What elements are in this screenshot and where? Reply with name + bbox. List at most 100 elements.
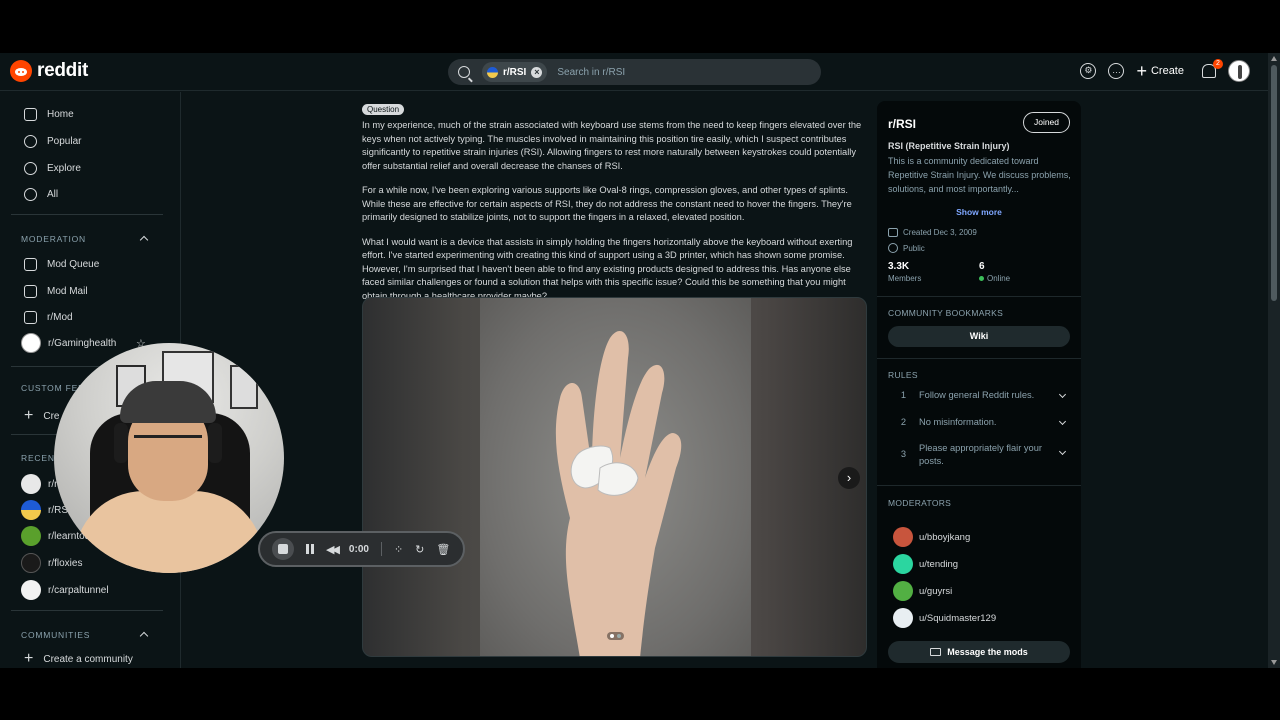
logo-text: reddit — [37, 60, 88, 81]
screen-recorder-toolbar: ◀◀ 0:00 ⁘ ↻ 🗑 — [258, 531, 465, 567]
created-date-text: Created Dec 3, 2009 — [903, 228, 977, 237]
community-flag-icon — [487, 66, 498, 78]
panel-divider — [877, 296, 1081, 297]
community-description: This is a community dedicated toward Rep… — [888, 156, 1071, 194]
community-name[interactable]: r/RSI — [888, 117, 916, 131]
sidebar-item-mod-queue[interactable]: Mod Queue — [24, 258, 99, 271]
create-community-label: Create a community — [43, 653, 133, 665]
members-label: Members — [888, 274, 922, 283]
grid-icon[interactable]: ⁘ — [394, 543, 403, 556]
search-bar[interactable]: r/RSI × Search in r/RSI — [448, 59, 821, 85]
moderator-item[interactable]: u/bboyjkang — [893, 527, 970, 547]
pause-icon[interactable] — [306, 544, 314, 554]
chevron-down-icon[interactable] — [1058, 390, 1067, 399]
webcam-overlay — [54, 343, 284, 573]
sidebar-item-all[interactable]: All — [24, 188, 58, 201]
rule-item[interactable]: 2 No misinformation. — [888, 416, 1074, 429]
scroll-thumb[interactable] — [1271, 65, 1277, 301]
visibility: Public — [888, 243, 925, 253]
plus-icon: + — [1136, 61, 1147, 81]
community-avatar — [21, 474, 41, 494]
moderator-name: u/guyrsi — [919, 585, 953, 597]
post-paragraph: For a while now, I've been exploring var… — [362, 185, 852, 222]
message-mods-label: Message the mods — [947, 647, 1028, 657]
show-more-link[interactable]: Show more — [877, 207, 1081, 217]
sidebar-item-mod-mail[interactable]: Mod Mail — [24, 285, 88, 298]
moderator-item[interactable]: u/guyrsi — [893, 581, 952, 601]
create-custom-feed-button[interactable]: + Cre — [24, 408, 59, 424]
sidebar-item-gaminghealth[interactable]: r/Gaminghealth — [21, 333, 116, 353]
stop-icon — [278, 544, 288, 554]
community-sidebar: r/RSI Joined RSI (Repetitive Strain Inju… — [877, 101, 1081, 668]
joined-button[interactable]: Joined — [1023, 112, 1070, 133]
reddit-snoo-icon — [10, 60, 32, 82]
cap-image — [120, 381, 216, 423]
rule-item[interactable]: 3 Please appropriately flair your posts. — [888, 442, 1074, 468]
stop-recording-button[interactable] — [272, 538, 294, 560]
create-community-button[interactable]: + Create a community — [24, 651, 133, 667]
page-scrollbar[interactable] — [1268, 53, 1280, 668]
scroll-down-arrow-icon[interactable] — [1271, 660, 1277, 665]
rule-text: No misinformation. — [919, 417, 997, 427]
trash-icon[interactable]: 🗑 — [436, 543, 450, 556]
sidebar-item-label: Explore — [47, 163, 81, 174]
glasses-image — [134, 435, 202, 449]
recent-item[interactable]: r/carpaltunnel — [21, 580, 109, 600]
rule-number: 3 — [900, 449, 907, 459]
recent-item-label: r/carpaltunnel — [48, 584, 109, 596]
online-label: Online — [987, 274, 1011, 283]
communities-section-title[interactable]: COMMUNITIES — [21, 630, 90, 640]
restart-icon[interactable]: ↻ — [415, 543, 424, 556]
moderator-name: u/tending — [919, 558, 959, 570]
browser-viewport: reddit r/RSI × Search in r/RSI ⚙ … + Cre… — [0, 53, 1280, 668]
message-mods-button[interactable]: Message the mods — [888, 641, 1070, 663]
search-icon — [458, 66, 470, 78]
search-community-chip[interactable]: r/RSI × — [482, 62, 548, 82]
sidebar-item-explore[interactable]: Explore — [24, 162, 81, 175]
post-image-gallery[interactable]: › — [362, 297, 867, 657]
headphone-icon — [208, 423, 222, 463]
rule-number: 2 — [900, 417, 907, 427]
recent-item[interactable]: r/r — [21, 474, 57, 494]
moderator-name: u/bboyjkang — [919, 531, 971, 543]
moderation-section-title[interactable]: MODERATION — [21, 234, 86, 244]
rule-number: 1 — [900, 390, 907, 400]
gallery-dot[interactable] — [617, 634, 621, 638]
mod-shield-icon[interactable]: ⚙ — [1080, 63, 1097, 79]
chat-icon[interactable]: … — [1108, 63, 1125, 79]
sidebar-item-r-mod[interactable]: r/Mod — [24, 311, 73, 324]
community-avatar — [21, 580, 41, 600]
close-icon[interactable]: × — [531, 66, 543, 78]
post-flair[interactable]: Question — [362, 104, 405, 115]
gallery-pagination — [607, 632, 624, 640]
moderator-item[interactable]: u/Squidmaster129 — [893, 608, 996, 628]
user-avatar[interactable] — [1228, 60, 1250, 82]
sidebar-item-popular[interactable]: Popular — [24, 135, 81, 148]
moderator-avatar — [893, 581, 913, 601]
chevron-down-icon[interactable] — [1058, 417, 1067, 426]
chevron-up-icon[interactable] — [139, 631, 149, 641]
sidebar-item-home[interactable]: Home — [24, 108, 74, 121]
reddit-logo[interactable]: reddit — [10, 60, 88, 82]
wiki-button[interactable]: Wiki — [888, 326, 1070, 347]
moderator-item[interactable]: u/tending — [893, 554, 958, 574]
moderator-avatar — [893, 608, 913, 628]
rewind-icon[interactable]: ◀◀ — [326, 543, 340, 556]
visibility-text: Public — [903, 243, 925, 253]
notification-bell-icon[interactable]: 2 — [1202, 59, 1223, 78]
scroll-up-arrow-icon[interactable] — [1271, 56, 1277, 61]
chevron-down-icon[interactable] — [1058, 447, 1067, 456]
sidebar-item-label: r/Gaminghealth — [48, 337, 117, 349]
post-paragraph: In my experience, much of the strain ass… — [362, 120, 862, 171]
chevron-up-icon[interactable] — [139, 235, 149, 245]
create-button[interactable]: + Create — [1136, 61, 1184, 81]
moderator-avatar — [893, 527, 913, 547]
search-input[interactable]: Search in r/RSI — [557, 67, 625, 78]
rule-item[interactable]: 1 Follow general Reddit rules. — [888, 389, 1074, 402]
moderator-avatar — [893, 554, 913, 574]
gallery-next-button[interactable]: › — [838, 467, 860, 489]
sidebar-item-label: Mod Mail — [47, 286, 88, 297]
gallery-dot-active[interactable] — [610, 634, 614, 638]
panel-divider — [877, 485, 1081, 486]
explore-icon — [24, 162, 37, 175]
